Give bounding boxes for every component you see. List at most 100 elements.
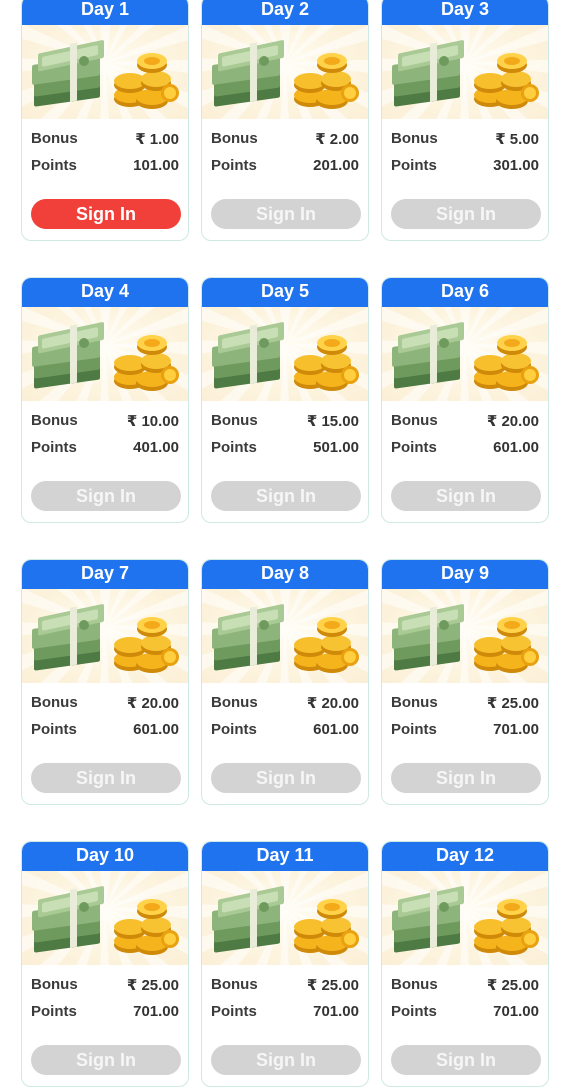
- points-label: Points: [211, 1003, 257, 1020]
- points-row: Points 601.00: [211, 721, 359, 741]
- bonus-value: ₹ 25.00: [126, 977, 179, 994]
- bonus-label: Bonus: [31, 130, 78, 147]
- bonus-label: Bonus: [391, 694, 438, 711]
- gold-coins-icon: [294, 53, 359, 109]
- bonus-value: ₹ 5.00: [495, 131, 539, 148]
- reward-illustration: [202, 307, 368, 401]
- gold-coins-icon: [114, 335, 179, 391]
- bonus-value: ₹ 1.00: [135, 131, 179, 148]
- bonus-label: Bonus: [211, 412, 258, 429]
- day-title: Day 5: [202, 278, 368, 307]
- points-label: Points: [31, 1003, 77, 1020]
- bonus-value: ₹ 15.00: [306, 413, 359, 430]
- money-stack-icon: [212, 886, 284, 953]
- bonus-row: Bonus ₹ 20.00: [391, 412, 539, 432]
- bonus-value: ₹ 25.00: [486, 695, 539, 712]
- day-title: Day 2: [202, 0, 368, 25]
- day-title: Day 3: [382, 0, 548, 25]
- bonus-row: Bonus ₹ 25.00: [391, 694, 539, 714]
- daily-sign-in-grid: Day 1 Bonus ₹ 1.00 Points 101.00 Sign In…: [0, 0, 576, 1087]
- points-label: Points: [391, 721, 437, 738]
- day-card: Day 3 Bonus ₹ 5.00 Points 301.00 Sign In: [381, 0, 549, 241]
- day-card: Day 10 Bonus ₹ 25.00 Points 701.00 Sign …: [21, 841, 189, 1087]
- points-label: Points: [31, 439, 77, 456]
- gold-coins-icon: [474, 899, 539, 955]
- bonus-value: ₹ 20.00: [486, 413, 539, 430]
- gold-coins-icon: [474, 335, 539, 391]
- bonus-value: ₹ 20.00: [306, 695, 359, 712]
- reward-illustration: [22, 25, 188, 119]
- bonus-label: Bonus: [391, 412, 438, 429]
- points-row: Points 701.00: [391, 721, 539, 741]
- sign-in-button[interactable]: Sign In: [211, 1045, 361, 1075]
- bonus-row: Bonus ₹ 25.00: [31, 976, 179, 996]
- bonus-row: Bonus ₹ 5.00: [391, 130, 539, 150]
- points-label: Points: [31, 157, 77, 174]
- day-title: Day 6: [382, 278, 548, 307]
- reward-illustration: [382, 871, 548, 965]
- sign-in-button[interactable]: Sign In: [211, 763, 361, 793]
- day-card: Day 12 Bonus ₹ 25.00 Points 701.00 Sign …: [381, 841, 549, 1087]
- day-title: Day 1: [22, 0, 188, 25]
- reward-illustration: [202, 871, 368, 965]
- points-value: 701.00: [313, 1003, 359, 1020]
- reward-illustration: [382, 589, 548, 683]
- reward-illustration: [202, 25, 368, 119]
- points-row: Points 701.00: [31, 1003, 179, 1023]
- points-value: 701.00: [493, 1003, 539, 1020]
- day-title: Day 10: [22, 842, 188, 871]
- day-title: Day 8: [202, 560, 368, 589]
- points-row: Points 601.00: [31, 721, 179, 741]
- sign-in-button[interactable]: Sign In: [211, 481, 361, 511]
- bonus-label: Bonus: [211, 694, 258, 711]
- sign-in-button[interactable]: Sign In: [211, 199, 361, 229]
- points-value: 301.00: [493, 157, 539, 174]
- gold-coins-icon: [114, 899, 179, 955]
- money-stack-icon: [392, 604, 464, 671]
- sign-in-button[interactable]: Sign In: [391, 199, 541, 229]
- bonus-value: ₹ 2.00: [315, 131, 359, 148]
- gold-coins-icon: [114, 617, 179, 673]
- money-stack-icon: [392, 886, 464, 953]
- points-value: 201.00: [313, 157, 359, 174]
- reward-illustration: [22, 589, 188, 683]
- bonus-label: Bonus: [391, 130, 438, 147]
- points-row: Points 501.00: [211, 439, 359, 459]
- bonus-row: Bonus ₹ 20.00: [211, 694, 359, 714]
- bonus-label: Bonus: [31, 694, 78, 711]
- points-value: 401.00: [133, 439, 179, 456]
- sign-in-button[interactable]: Sign In: [391, 1045, 541, 1075]
- sign-in-button[interactable]: Sign In: [391, 481, 541, 511]
- points-label: Points: [31, 721, 77, 738]
- points-label: Points: [391, 157, 437, 174]
- day-card: Day 6 Bonus ₹ 20.00 Points 601.00 Sign I…: [381, 277, 549, 523]
- bonus-row: Bonus ₹ 1.00: [31, 130, 179, 150]
- day-card: Day 1 Bonus ₹ 1.00 Points 101.00 Sign In: [21, 0, 189, 241]
- day-title: Day 9: [382, 560, 548, 589]
- sign-in-button[interactable]: Sign In: [31, 199, 181, 229]
- points-row: Points 601.00: [391, 439, 539, 459]
- points-row: Points 301.00: [391, 157, 539, 177]
- money-stack-icon: [212, 604, 284, 671]
- points-value: 601.00: [313, 721, 359, 738]
- sign-in-button[interactable]: Sign In: [391, 763, 541, 793]
- reward-illustration: [202, 589, 368, 683]
- reward-illustration: [382, 25, 548, 119]
- points-value: 101.00: [133, 157, 179, 174]
- day-title: Day 4: [22, 278, 188, 307]
- money-stack-icon: [392, 322, 464, 389]
- bonus-value: ₹ 25.00: [486, 977, 539, 994]
- day-title: Day 7: [22, 560, 188, 589]
- points-label: Points: [211, 157, 257, 174]
- sign-in-button[interactable]: Sign In: [31, 481, 181, 511]
- reward-illustration: [22, 871, 188, 965]
- points-label: Points: [391, 439, 437, 456]
- gold-coins-icon: [114, 53, 179, 109]
- points-label: Points: [211, 721, 257, 738]
- sign-in-button[interactable]: Sign In: [31, 763, 181, 793]
- gold-coins-icon: [294, 335, 359, 391]
- sign-in-button[interactable]: Sign In: [31, 1045, 181, 1075]
- bonus-label: Bonus: [391, 976, 438, 993]
- bonus-row: Bonus ₹ 25.00: [211, 976, 359, 996]
- points-row: Points 201.00: [211, 157, 359, 177]
